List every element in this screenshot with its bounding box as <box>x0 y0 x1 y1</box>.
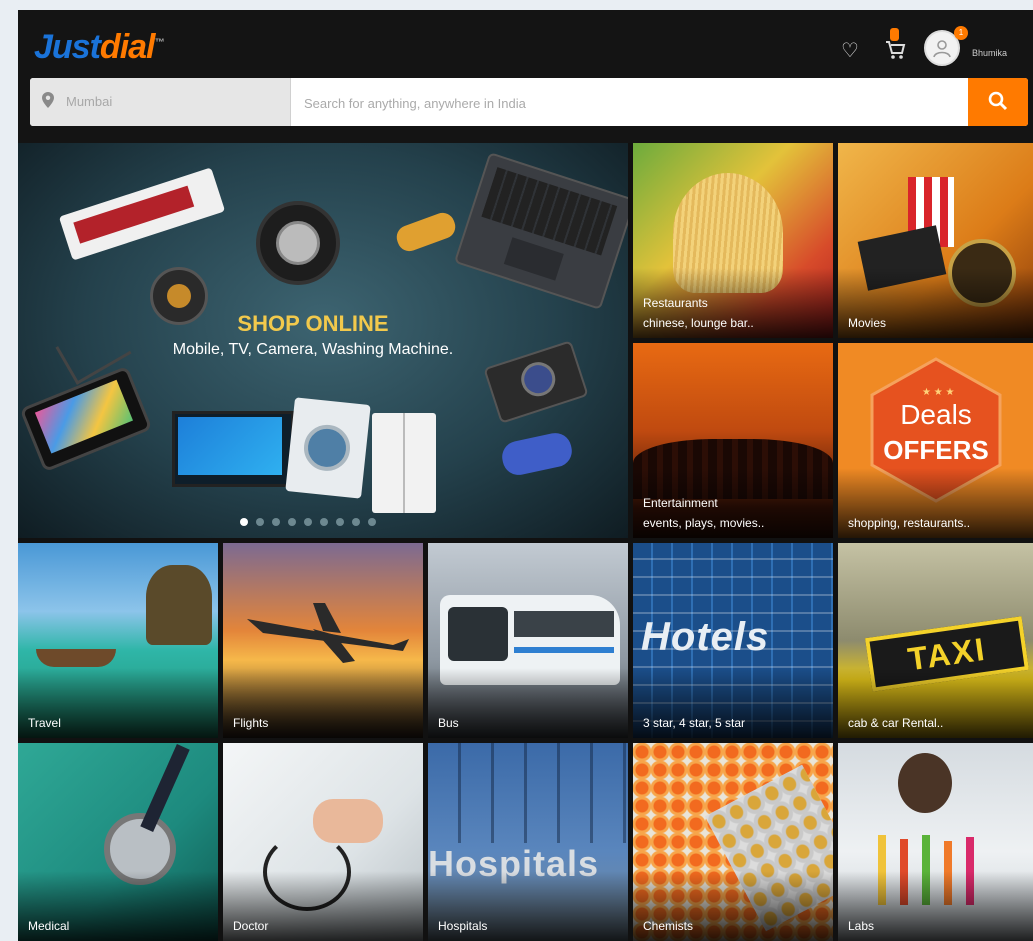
carousel-dot[interactable] <box>352 518 360 526</box>
hotels-overlay-text: Hotels <box>641 615 770 659</box>
search-icon <box>988 91 1008 111</box>
app-frame: Justdial™ ♡ 1 Bhumika Mumbai Search for … <box>18 10 1033 941</box>
tile-hospitals[interactable]: Hospitals Hospitals <box>428 743 628 941</box>
tile-subtitle: chinese, lounge bar.. <box>643 316 754 330</box>
carousel-dot[interactable] <box>256 518 264 526</box>
tile-title: Bus <box>438 716 459 730</box>
hero-title: SHOP ONLINE <box>237 311 389 336</box>
tile-entertainment[interactable]: Entertainment events, plays, movies.. <box>633 343 833 538</box>
carousel-dot[interactable] <box>288 518 296 526</box>
tile-title: Travel <box>28 716 61 730</box>
refrigerator-image <box>372 413 436 513</box>
tile-subtitle: shopping, restaurants.. <box>848 516 971 530</box>
laptop-trackpad <box>503 237 564 281</box>
tile-deals[interactable]: ★ ★ ★ Deals OFFERS shopping, restaurants… <box>838 343 1033 538</box>
deals-text: Deals <box>900 399 972 430</box>
hospital-facade <box>428 743 628 843</box>
hero-subtitle: Mobile, TV, Camera, Washing Machine. <box>172 341 454 358</box>
bus-stripe <box>514 647 614 653</box>
tile-taxi[interactable]: TAXI cab & car Rental.. <box>838 543 1033 738</box>
pin-svg <box>42 92 54 108</box>
carousel-dot[interactable] <box>320 518 328 526</box>
tv-screen <box>178 417 282 475</box>
bus-windows <box>514 611 614 637</box>
ac-panel <box>73 185 195 244</box>
rock-island-image <box>146 565 212 645</box>
tile-title: Movies <box>848 316 887 330</box>
carousel-dots <box>240 513 384 531</box>
tile-subtitle: events, plays, movies.. <box>643 516 765 530</box>
svg-text:★ ★ ★: ★ ★ ★ <box>922 387 954 398</box>
tile-title: Flights <box>233 716 269 730</box>
carousel-dot[interactable] <box>304 518 312 526</box>
search-bar: Mumbai <box>30 78 1028 126</box>
tile-bus[interactable]: Bus <box>428 543 628 738</box>
offers-text: OFFERS <box>883 435 989 465</box>
wheel-rim <box>276 221 320 265</box>
avatar-svg <box>933 40 951 58</box>
phone-screen <box>34 379 133 454</box>
fridge-split <box>403 413 405 513</box>
tile-restaurants[interactable]: Restaurants chinese, lounge bar.. <box>633 143 833 338</box>
search-input[interactable] <box>302 78 966 126</box>
tile-title: Chemists <box>643 919 694 933</box>
carousel-dot[interactable] <box>368 518 376 526</box>
tile-title: Medical <box>28 919 70 933</box>
tile-title: Doctor <box>233 919 269 933</box>
logo-trademark: ™ <box>154 37 165 49</box>
search-button[interactable] <box>968 78 1028 126</box>
game-controller-image <box>499 430 575 478</box>
tile-title: cab & car Rental.. <box>848 716 944 730</box>
airplane-image <box>247 603 409 663</box>
justdial-logo[interactable]: Justdial™ <box>34 28 165 67</box>
tv-image <box>172 411 294 487</box>
tile-labs[interactable]: Labs <box>838 743 1033 941</box>
laptop-keyboard <box>481 167 618 256</box>
notification-badge: 1 <box>954 26 968 40</box>
header: Justdial™ ♡ 1 Bhumika Mumbai Search for … <box>18 10 1033 143</box>
tile-flights[interactable]: Flights <box>223 543 423 738</box>
hair-dryer-image <box>393 209 459 255</box>
city-selector[interactable]: Mumbai <box>30 78 291 126</box>
tile-travel[interactable]: Travel <box>18 543 218 738</box>
cart-icon[interactable] <box>884 36 906 66</box>
washer-door <box>301 422 353 474</box>
favorites-heart-icon[interactable]: ♡ <box>841 38 859 63</box>
city-text: Mumbai <box>66 94 113 109</box>
tile-doctor[interactable]: Doctor <box>223 743 423 941</box>
tile-title: Labs <box>848 919 875 933</box>
shop-online-banner[interactable]: SHOP ONLINE Mobile, TV, Camera, Washing … <box>18 143 628 538</box>
scientist-image <box>898 753 952 813</box>
carousel-dot[interactable] <box>240 518 248 526</box>
tile-medical[interactable]: Medical <box>18 743 218 941</box>
carousel-dot[interactable] <box>272 518 280 526</box>
tile-movies[interactable]: Movies <box>838 143 1033 338</box>
wheel-image <box>256 201 340 285</box>
cart-svg <box>886 41 906 59</box>
tile-title: Entertainment <box>643 496 718 510</box>
tile-chemists[interactable]: Chemists <box>633 743 833 941</box>
logo-dial: dial <box>99 28 156 66</box>
carousel-dot[interactable] <box>336 518 344 526</box>
tile-title: Restaurants <box>643 296 708 310</box>
camera-lens <box>516 357 560 401</box>
tile-title: Hospitals <box>438 919 488 933</box>
username[interactable]: Bhumika <box>972 48 1007 58</box>
tile-title: 3 star, 4 star, 5 star <box>643 716 746 730</box>
laptop-image <box>453 152 628 310</box>
air-conditioner-image <box>58 167 226 261</box>
smartphone-image <box>19 365 153 473</box>
bus-windshield <box>448 607 508 661</box>
logo-just: Just <box>34 28 101 66</box>
washing-machine-image <box>285 397 371 499</box>
location-pin-icon <box>42 92 54 113</box>
boat-image <box>36 649 116 667</box>
stethoscope-tube <box>140 744 190 832</box>
lens-glass <box>167 284 191 308</box>
tile-hotels[interactable]: Hotels 3 star, 4 star, 5 star <box>633 543 833 738</box>
